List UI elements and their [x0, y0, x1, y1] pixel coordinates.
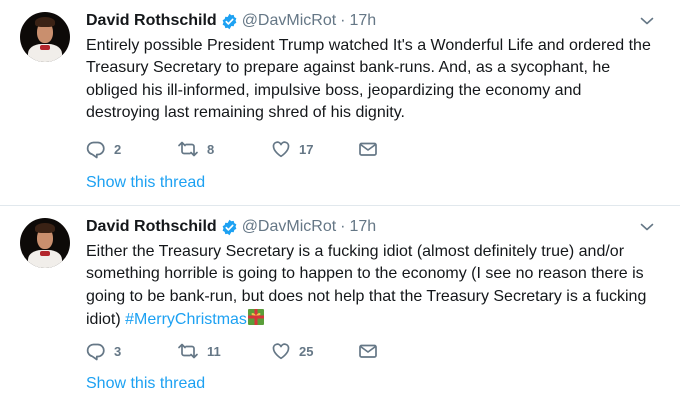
show-thread-link[interactable]: Show this thread [86, 375, 205, 393]
timestamp[interactable]: 17h [350, 218, 377, 236]
author-name[interactable]: David Rothschild [86, 218, 217, 236]
like-count: 17 [299, 141, 314, 157]
heart-icon [272, 141, 290, 158]
retweet-icon [178, 141, 198, 157]
avatar[interactable] [20, 218, 70, 268]
chevron-down-icon[interactable] [640, 222, 654, 232]
reply-icon [86, 343, 105, 361]
reply-count: 2 [114, 141, 122, 157]
author-handle[interactable]: @DavMicRot [242, 12, 336, 30]
author-handle[interactable]: @DavMicRot [242, 218, 336, 236]
verified-badge-icon [222, 13, 237, 29]
gift-emoji-icon [247, 308, 264, 325]
like-button[interactable]: 17 [271, 139, 313, 159]
timestamp[interactable]: 17h [350, 12, 377, 30]
tweet-text: Either the Treasury Secretary is a fucki… [86, 241, 656, 331]
like-count: 25 [299, 343, 314, 359]
direct-message-button[interactable] [358, 341, 378, 361]
verified-badge-icon [222, 219, 237, 235]
envelope-icon [359, 344, 377, 358]
retweet-button[interactable]: 8 [177, 139, 214, 159]
direct-message-button[interactable] [358, 139, 378, 159]
reply-count: 3 [114, 343, 122, 359]
envelope-icon [359, 142, 377, 156]
separator-dot: · [340, 218, 346, 235]
show-thread-link[interactable]: Show this thread [86, 174, 205, 192]
tweet-header: David Rothschild @DavMicRot · 17h [86, 216, 376, 238]
retweet-button[interactable]: 11 [177, 341, 221, 361]
tweet-header: David Rothschild @DavMicRot · 17h [86, 10, 376, 32]
like-button[interactable]: 25 [271, 341, 313, 361]
heart-icon [272, 343, 290, 360]
tweet[interactable]: David Rothschild @DavMicRot · 17h Either… [0, 206, 680, 418]
chevron-down-icon[interactable] [640, 16, 654, 26]
author-name[interactable]: David Rothschild [86, 12, 217, 30]
reply-button[interactable]: 3 [86, 341, 121, 361]
retweet-icon [178, 343, 198, 359]
avatar[interactable] [20, 12, 70, 62]
retweet-count: 8 [207, 141, 215, 157]
retweet-count: 11 [207, 343, 221, 359]
reply-button[interactable]: 2 [86, 139, 121, 159]
reply-icon [86, 141, 105, 159]
tweet-text: Entirely possible President Trump watche… [86, 37, 651, 121]
hashtag-link[interactable]: #MerryChristmas [125, 311, 247, 328]
tweet[interactable]: David Rothschild @DavMicRot · 17h Entire… [0, 0, 680, 206]
separator-dot: · [340, 12, 346, 29]
